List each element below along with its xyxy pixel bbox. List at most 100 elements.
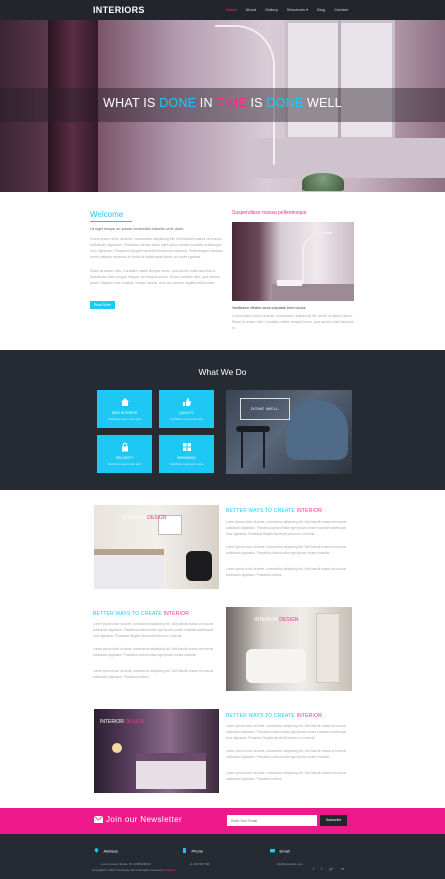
chair-shape <box>186 551 212 581</box>
twitter-icon[interactable]: t <box>321 866 322 871</box>
copyright-text: Copyright © 2017 Company name All rights… <box>92 868 164 872</box>
envelope-icon <box>94 816 103 823</box>
feature-image: INTERIOR DESIGN <box>226 607 352 691</box>
feature-image-label: INTERIOR DESIGN <box>122 515 166 521</box>
welcome-paragraph: Etiam at auctor nibh. Curabitur mattis t… <box>90 269 220 285</box>
service-subtitle: Vestibulum eget tortor ante <box>107 462 142 466</box>
top-navbar: INTERIORS Home About Gallery Structures … <box>0 0 445 20</box>
phone-icon <box>183 848 186 854</box>
lock-icon <box>121 442 128 452</box>
service-tile[interactable]: BRANDING Vestibulum eget tortor ante <box>159 435 214 473</box>
feature-paragraph: Lorem ipsum dolor sit amet, consectetur … <box>93 669 214 679</box>
main-nav: Home About Gallery Structures ▾ Blog Con… <box>226 7 348 12</box>
welcome-paragraph: Lorem ipsum dolor sit amet, consectetur … <box>90 237 223 259</box>
nav-home[interactable]: Home <box>226 7 237 12</box>
welcome-heading: Welcome <box>90 210 124 219</box>
feature-paragraph: Lorem ipsum dolor sit amet, consectetur … <box>93 622 214 638</box>
google-plus-icon[interactable]: g+ <box>329 866 334 871</box>
social-links: f t g+ in <box>313 866 344 871</box>
footer-phone: Phone +1 234 567 890 <box>182 842 210 866</box>
nav-structures[interactable]: Structures ▾ <box>287 7 308 12</box>
footer-email: Email info@example.com <box>270 842 303 866</box>
newsletter-email-input[interactable] <box>227 815 317 826</box>
feature-paragraph: Lorem ipsum dolor sit amet, consectetur … <box>226 749 347 759</box>
lamp-shape <box>112 743 122 753</box>
footer-address: Address Lorem Ipsum Street, PL 12345 ABC… <box>94 842 151 866</box>
welcome-lead: Ut eget neque ac ipsum venenatis loborti… <box>90 226 185 231</box>
feature-heading-accent: INTERIOR <box>296 508 323 514</box>
footer-address-text: Lorem Ipsum Street, PL 12345 ABCD <box>101 862 151 866</box>
hero-plant <box>302 173 344 191</box>
nav-blog[interactable]: Blog <box>317 7 325 12</box>
hero-sill <box>245 138 445 178</box>
service-title: SECURITY <box>115 456 134 460</box>
hero-word-accent: DONE <box>266 96 304 110</box>
service-title: BRANDING <box>177 456 196 460</box>
hero-title: WHAT IS DONE IN TIME IS DONE WELL <box>0 96 445 110</box>
feature-paragraph: Lorem ipsum dolor sit amet, consectetur … <box>226 545 347 555</box>
what-we-do-image: DONE WELL <box>226 390 352 474</box>
feature-image-label: INTERIOR DESIGN <box>254 617 298 623</box>
feature-image-label: INTERIOR DESIGN <box>100 719 144 725</box>
image-label-word: INTERIOR <box>122 515 146 521</box>
table-legs-shape <box>241 432 265 468</box>
feature-heading: BETTER WAYS TO CREATE INTERIOR <box>226 713 322 719</box>
service-subtitle: Vestibulum eget tortor ante <box>107 417 142 421</box>
feature-heading-text: BETTER WAYS TO CREATE <box>226 508 295 514</box>
read-more-button[interactable]: Read More <box>90 301 115 309</box>
lamp-shape <box>302 232 332 292</box>
newsletter-bar <box>0 808 445 834</box>
site-logo[interactable]: INTERIORS <box>93 5 145 15</box>
service-title: QUALITY <box>179 411 194 415</box>
map-pin-icon <box>94 848 99 854</box>
service-subtitle: Vestibulum eget tortor ante <box>169 417 204 421</box>
what-we-do-heading: What We Do <box>198 367 247 377</box>
email-icon <box>270 849 275 853</box>
armchair-shape <box>286 400 348 460</box>
sofa-shape <box>246 649 306 683</box>
service-title: NEW INTERIOR <box>111 411 138 415</box>
service-subtitle: Vestibulum eget tortor ante <box>169 462 204 466</box>
feature-heading: BETTER WAYS TO CREATE INTERIOR <box>226 508 322 514</box>
welcome-underline <box>90 221 132 222</box>
service-tile[interactable]: SECURITY Vestibulum eget tortor ante <box>97 435 152 473</box>
grid-icon <box>182 443 191 451</box>
image-caption-box: DONE WELL <box>240 398 290 420</box>
feature-paragraph: Lorem ipsum dolor sit amet, consectetur … <box>226 567 347 577</box>
footer-phone-text: +1 234 567 890 <box>189 862 210 866</box>
subscribe-button[interactable]: Subscribe <box>320 815 347 826</box>
hero-word-accent: DONE <box>159 96 197 110</box>
feature-heading-text: BETTER WAYS TO CREATE <box>226 713 295 719</box>
home-icon <box>120 398 129 406</box>
feature-paragraph: Lorem ipsum dolor sit amet, consectetur … <box>226 771 347 781</box>
hero-word: WELL <box>303 96 342 110</box>
bed-shape <box>136 753 206 789</box>
service-tile[interactable]: QUALITY Vestibulum eget tortor ante <box>159 390 214 428</box>
facebook-icon[interactable]: f <box>313 866 314 871</box>
feature-image: INTERIOR DESIGN <box>94 505 219 589</box>
feature-heading: BETTER WAYS TO CREATE INTERIOR <box>93 611 189 617</box>
hero-word-accent: TIME <box>216 96 247 110</box>
image-label-word: INTERIOR <box>100 719 124 725</box>
side-paragraph: Lorem ipsum dolor sit amet, consectetur … <box>232 314 354 330</box>
hero-window-bar <box>338 20 341 140</box>
feature-heading-accent: INTERIOR <box>163 611 190 617</box>
bed-shape <box>94 549 164 589</box>
nav-contact[interactable]: Contact <box>334 7 348 12</box>
footer-email-link[interactable]: info@example.com <box>277 862 303 866</box>
feature-image: INTERIOR DESIGN <box>94 709 219 793</box>
nav-gallery[interactable]: Gallery <box>265 7 278 12</box>
linkedin-icon[interactable]: in <box>341 866 344 871</box>
copyright-link[interactable]: Interiors <box>165 868 176 872</box>
image-label-accent: DESIGN <box>147 515 167 521</box>
image-label-word: INTERIOR <box>254 617 278 623</box>
side-image <box>232 222 354 301</box>
desk-shape <box>272 284 354 301</box>
newsletter-heading: Join our Newsletter <box>106 815 183 824</box>
hero-word: WHAT IS <box>103 96 160 110</box>
service-tile[interactable]: NEW INTERIOR Vestibulum eget tortor ante <box>97 390 152 428</box>
footer-address-title: Address <box>103 848 119 854</box>
nav-about[interactable]: About <box>246 7 256 12</box>
feature-heading-accent: INTERIOR <box>296 713 323 719</box>
thumbs-up-icon <box>182 398 191 406</box>
